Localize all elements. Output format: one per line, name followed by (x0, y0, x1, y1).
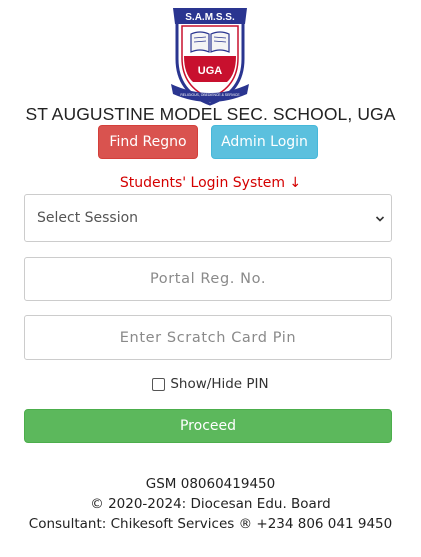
pin-placeholder: Enter Scratch Card Pin (119, 329, 297, 346)
session-select-value: Select Session (37, 210, 139, 226)
show-hide-pin-toggle[interactable]: Show/Hide PIN (0, 376, 421, 392)
logo-banner-text: S.A.M.S.S. (185, 12, 235, 23)
session-select[interactable]: Select Session (24, 194, 392, 242)
reg-no-input[interactable]: Portal Reg. No. (24, 257, 392, 301)
footer-copyright: © 2020-2024: Diocesan Edu. Board (90, 496, 331, 512)
proceed-button[interactable]: Proceed (24, 409, 392, 443)
footer-gsm: GSM 08060419450 (145, 476, 276, 492)
footer: GSM 08060419450 © 2020-2024: Diocesan Ed… (0, 474, 421, 534)
login-system-title: Students' Login System ↓ (119, 175, 302, 191)
admin-login-button[interactable]: Admin Login (211, 125, 318, 159)
scratch-card-pin-input[interactable]: Enter Scratch Card Pin (24, 315, 392, 360)
school-name: ST AUGUSTINE MODEL SEC. SCHOOL, UGA (25, 104, 396, 124)
footer-consultant: Consultant: Chikesoft Services ® +234 80… (28, 516, 393, 532)
logo-shield-text: UGA (198, 65, 223, 77)
find-regno-button[interactable]: Find Regno (98, 125, 198, 159)
show-hide-pin-checkbox[interactable] (152, 377, 166, 391)
school-logo: S.A.M.S.S. UGA RELIGIOUS, OBEDIENCE & SE… (167, 4, 253, 108)
logo-motto-text: RELIGIOUS, OBEDIENCE & SERVICE (180, 93, 240, 97)
school-crest-icon: S.A.M.S.S. UGA RELIGIOUS, OBEDIENCE & SE… (171, 8, 249, 106)
chevron-down-icon (375, 212, 385, 228)
reg-no-placeholder: Portal Reg. No. (149, 271, 267, 287)
show-hide-pin-label: Show/Hide PIN (170, 376, 269, 392)
